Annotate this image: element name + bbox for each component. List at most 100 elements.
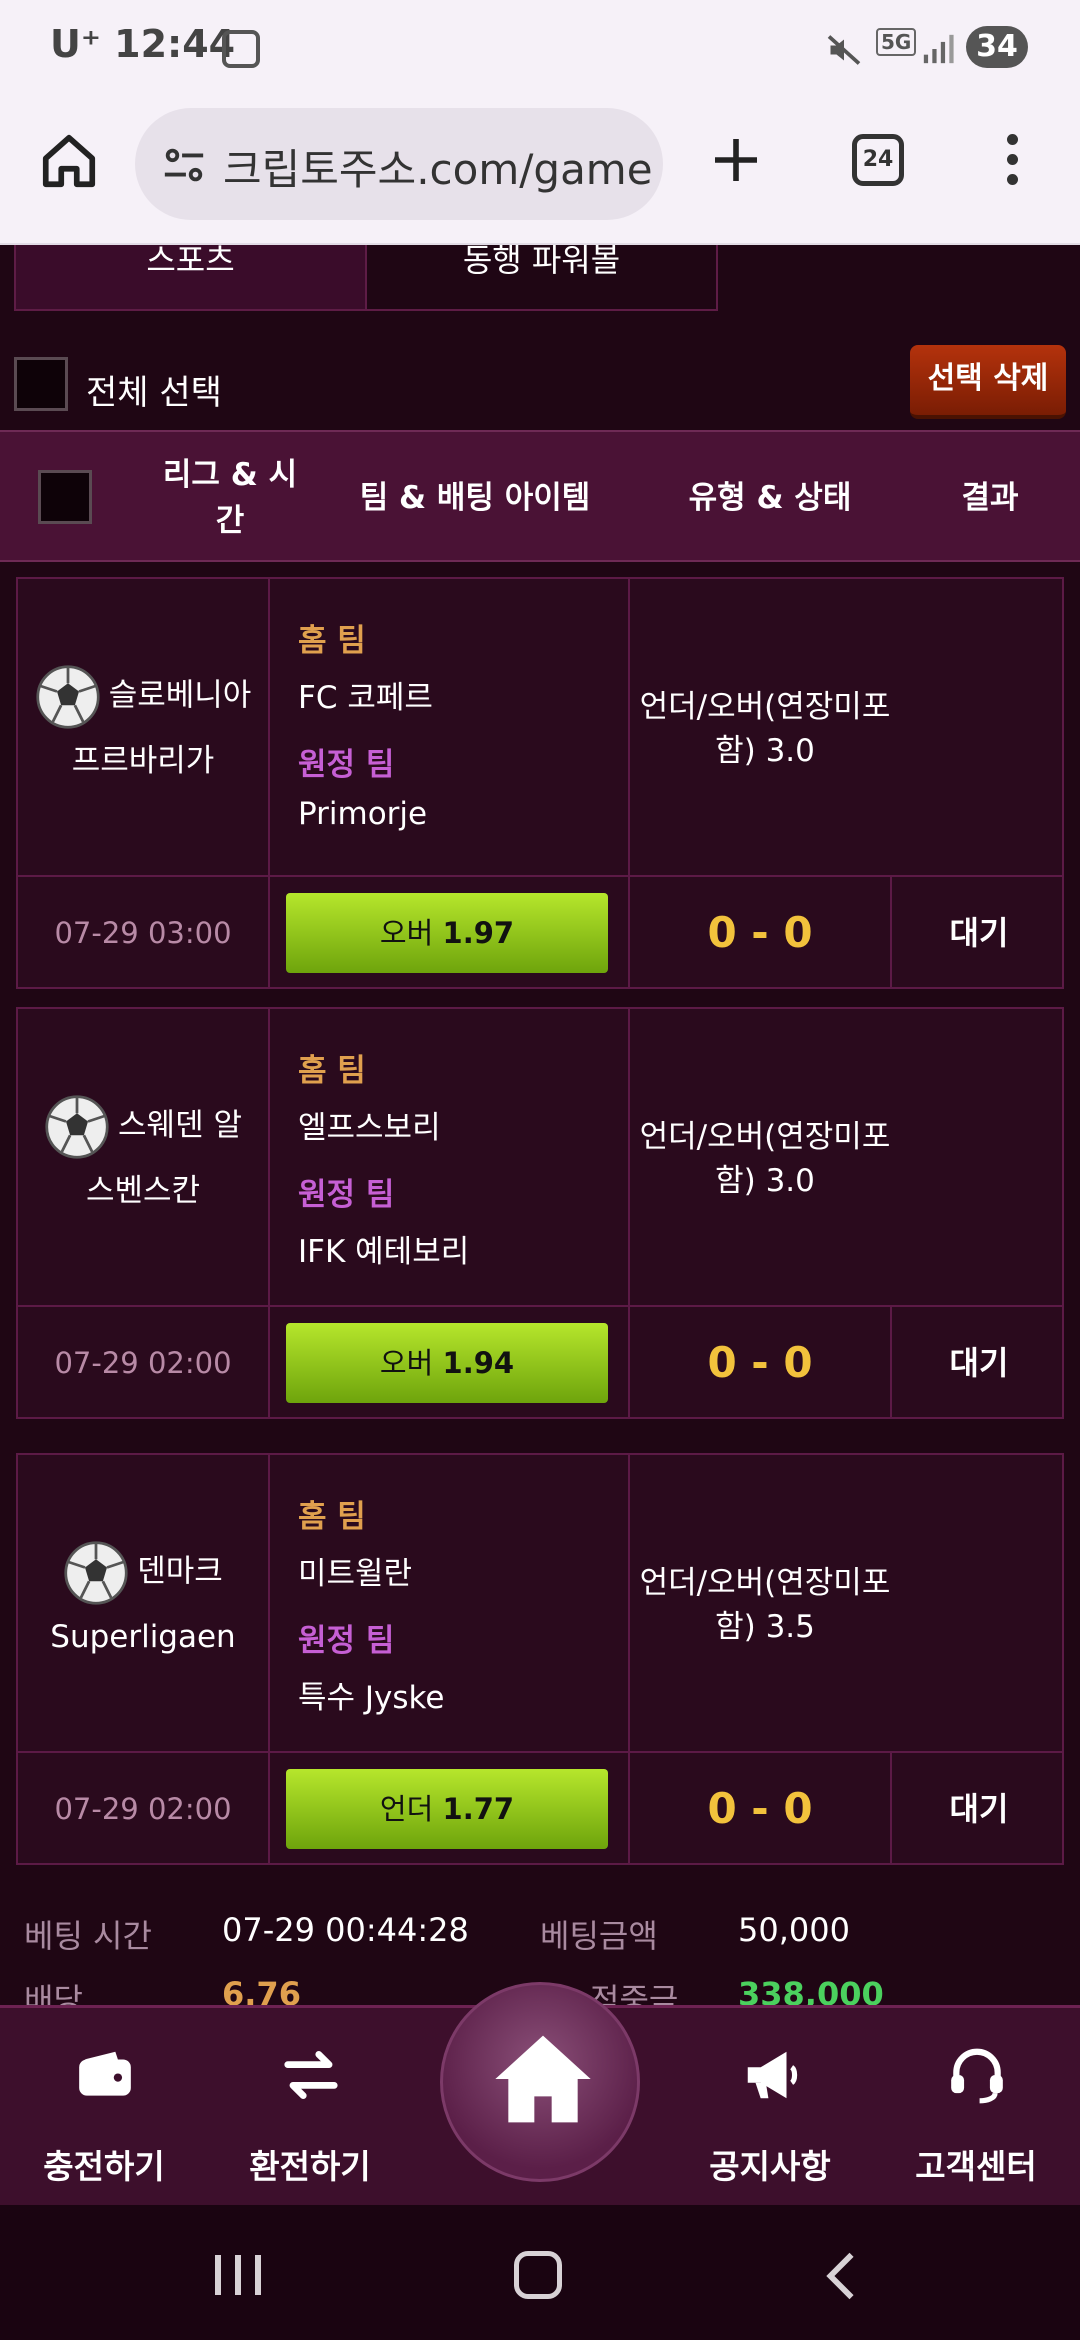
match-time: 07-29 02:00 bbox=[18, 1307, 270, 1419]
header-league-time: 리그 & 시 간 bbox=[162, 457, 298, 539]
win-amount-label: 적중금 bbox=[590, 1981, 679, 2005]
away-team-label: 원정 팀 bbox=[298, 1177, 395, 1213]
pick-odds: 1.94 bbox=[442, 1346, 515, 1380]
teams-cell: 홈 팀 미트윌란 원정 팀 특수 Jyske bbox=[270, 1455, 630, 1753]
select-all-label: 전체 선택 bbox=[86, 373, 222, 413]
megaphone-icon bbox=[747, 2051, 798, 2099]
win-amount-value: 338,000 bbox=[738, 1975, 884, 2005]
bet-detail-row: 07-29 03:00 오버 1.97 0 - 0 대기 bbox=[18, 877, 1062, 989]
score: 0 - 0 bbox=[630, 1753, 892, 1865]
bet-pick-button[interactable]: 오버 1.97 bbox=[286, 893, 608, 973]
tab-switcher-button[interactable]: 24 bbox=[852, 134, 904, 186]
exchange-arrows-icon bbox=[284, 2050, 338, 2100]
carrier-time: U⁺ 12:44 bbox=[50, 22, 236, 66]
nav-deposit-label: 충전하기 bbox=[43, 2147, 165, 2186]
pick-label: 오버 bbox=[379, 1346, 434, 1380]
home-team-label: 홈 팀 bbox=[298, 623, 366, 659]
bet-pick-button[interactable]: 언더 1.77 bbox=[286, 1769, 608, 1849]
system-navigation-bar bbox=[0, 2205, 1080, 2340]
bet-info-row: 덴마크 Superligaen 홈 팀 미트윌란 원정 팀 특수 Jyske 언… bbox=[18, 1455, 1062, 1753]
home-team-name: FC 코페르 bbox=[298, 680, 433, 716]
pick-odds: 1.97 bbox=[442, 916, 515, 950]
delete-selected-button[interactable]: 선택 삭제 bbox=[910, 345, 1066, 419]
browser-toolbar: 크립토주소.com/game 24 bbox=[0, 100, 1080, 245]
url-text[interactable]: 크립토주소.com/game bbox=[223, 136, 653, 197]
soccer-ball-icon bbox=[36, 665, 100, 729]
league-cell: 덴마크 Superligaen bbox=[18, 1455, 270, 1753]
mute-icon bbox=[827, 35, 861, 65]
score: 0 - 0 bbox=[630, 877, 892, 989]
nav-support[interactable]: 고객센터 bbox=[876, 2008, 1076, 2208]
bet-type-cell: 언더/오버(연장미포함) 3.5 bbox=[630, 1455, 1066, 1753]
nav-notice-label: 공지사항 bbox=[709, 2147, 831, 2186]
away-team-label: 원정 팀 bbox=[298, 1623, 395, 1659]
away-team-name: Primorje bbox=[298, 796, 428, 832]
result-status: 대기 bbox=[949, 1790, 1009, 1828]
battery-indicator: 34 bbox=[966, 26, 1028, 68]
away-team-label: 원정 팀 bbox=[298, 747, 395, 783]
home-icon bbox=[495, 2035, 591, 2123]
bet-type: 언더/오버(연장미포함) 3.5 bbox=[639, 1565, 891, 1645]
bet-amount-label: 베팅금액 bbox=[540, 1917, 658, 1955]
screenshot-icon bbox=[222, 30, 260, 68]
match-time: 07-29 03:00 bbox=[18, 877, 270, 989]
away-team-name: 특수 Jyske bbox=[298, 1680, 445, 1716]
header-teams: 팀 & 배팅 아이템 bbox=[359, 480, 591, 516]
select-all-row: 전체 선택 선택 삭제 bbox=[14, 345, 1066, 425]
bet-pick-button[interactable]: 오버 1.94 bbox=[286, 1323, 608, 1403]
site-settings-icon[interactable] bbox=[161, 142, 207, 188]
headset-icon bbox=[951, 2048, 1003, 2104]
bet-type: 언더/오버(연장미포함) 3.0 bbox=[639, 689, 891, 769]
pick-label: 언더 bbox=[379, 1792, 434, 1826]
home-team-name: 미트윌란 bbox=[298, 1556, 413, 1592]
home-team-label: 홈 팀 bbox=[298, 1053, 366, 1089]
teams-cell: 홈 팀 FC 코페르 원정 팀 Primorje bbox=[270, 579, 630, 877]
soccer-ball-icon bbox=[45, 1095, 109, 1159]
table-header: 리그 & 시 간 팀 & 배팅 아이템 유형 & 상태 결과 bbox=[0, 430, 1080, 562]
back-icon[interactable] bbox=[822, 2251, 858, 2301]
pick-odds: 1.77 bbox=[442, 1792, 515, 1826]
bet-detail-row: 07-29 02:00 언더 1.77 0 - 0 대기 bbox=[18, 1753, 1062, 1865]
nav-exchange-label: 환전하기 bbox=[249, 2147, 371, 2186]
league-cell: 슬로베니아 프르바리가 bbox=[18, 579, 270, 877]
tab-powerball[interactable]: 동행 파워볼 bbox=[367, 245, 716, 309]
total-odds-value: 6.76 bbox=[222, 1975, 301, 2005]
home-button[interactable] bbox=[440, 1982, 640, 2182]
more-options-icon[interactable] bbox=[1000, 130, 1024, 194]
bet-history-content: 스포츠 동행 파워볼 전체 선택 선택 삭제 리그 & 시 간 팀 & 배팅 아… bbox=[0, 245, 1080, 2005]
tab-sports[interactable]: 스포츠 bbox=[16, 245, 367, 309]
header-result: 결과 bbox=[961, 480, 1019, 516]
teams-cell: 홈 팀 엘프스보리 원정 팀 IFK 예테보리 bbox=[270, 1009, 630, 1307]
home-team-label: 홈 팀 bbox=[298, 1499, 366, 1535]
bet-type-cell: 언더/오버(연장미포함) 3.0 bbox=[630, 1009, 1066, 1307]
bet-type: 언더/오버(연장미포함) 3.0 bbox=[639, 1119, 891, 1199]
odds-label: 배당 bbox=[24, 1981, 83, 2005]
score: 0 - 0 bbox=[630, 1307, 892, 1419]
new-tab-icon[interactable] bbox=[708, 132, 764, 188]
match-time: 07-29 02:00 bbox=[18, 1753, 270, 1865]
game-tabs: 스포츠 동행 파워볼 bbox=[14, 245, 718, 311]
nav-notice[interactable]: 공지사항 bbox=[670, 2008, 870, 2208]
header-checkbox[interactable] bbox=[38, 470, 92, 524]
bet-info-row: 스웨덴 알스벤스칸 홈 팀 엘프스보리 원정 팀 IFK 예테보리 언더/오버(… bbox=[18, 1009, 1062, 1307]
nav-deposit[interactable]: 충전하기 bbox=[4, 2008, 204, 2208]
nav-exchange[interactable]: 환전하기 bbox=[210, 2008, 410, 2208]
bet-info-row: 슬로베니아 프르바리가 홈 팀 FC 코페르 원정 팀 Primorje 언더/… bbox=[18, 579, 1062, 877]
bet-card: 덴마크 Superligaen 홈 팀 미트윌란 원정 팀 특수 Jyske 언… bbox=[16, 1453, 1064, 1865]
bet-time-label: 베팅 시간 bbox=[24, 1917, 152, 1955]
nav-support-label: 고객센터 bbox=[915, 2147, 1037, 2186]
recents-icon[interactable] bbox=[212, 2253, 264, 2297]
bet-amount-value: 50,000 bbox=[738, 1911, 850, 1949]
bet-time-value: 07-29 00:44:28 bbox=[222, 1911, 469, 1949]
select-all-checkbox[interactable] bbox=[14, 357, 68, 411]
pick-label: 오버 bbox=[379, 916, 434, 950]
league-cell: 스웨덴 알스벤스칸 bbox=[18, 1009, 270, 1307]
address-bar[interactable]: 크립토주소.com/game bbox=[135, 108, 663, 220]
browser-home-icon[interactable] bbox=[38, 130, 100, 192]
system-home-icon[interactable] bbox=[514, 2251, 562, 2299]
result-status: 대기 bbox=[949, 1344, 1009, 1382]
bet-type-cell: 언더/오버(연장미포함) 3.0 bbox=[630, 579, 1066, 877]
bottom-navigation: 충전하기 환전하기 공지사항 고객센터 bbox=[0, 1982, 1080, 2208]
header-type-status: 유형 & 상태 bbox=[688, 480, 852, 516]
bet-detail-row: 07-29 02:00 오버 1.94 0 - 0 대기 bbox=[18, 1307, 1062, 1419]
